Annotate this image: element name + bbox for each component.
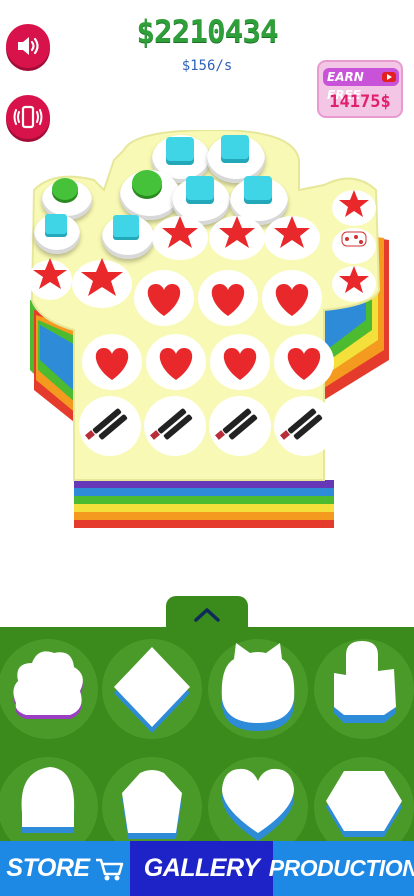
cyan-cube-item [166,137,194,161]
earn-free-button[interactable]: EARN FREE 14175$ [317,60,403,118]
red-heart-items [82,270,334,390]
cyan-cube-item [45,214,67,234]
green-gem-item [132,170,162,196]
cart-icon [95,858,123,880]
store-label: STORE [6,854,90,882]
cyan-cube-item [221,135,249,159]
chevron-up-icon [194,608,220,622]
earn-free-label-box: EARN FREE [323,68,399,102]
shape-choices [0,639,414,841]
cyan-cube-item [244,176,272,200]
video-play-icon [382,72,396,82]
shapes-panel [0,627,414,841]
bottom-nav: STORE GALLERY PRODUCTION [0,841,414,896]
production-label: PRODUCTION [268,855,414,881]
cyan-cube-item [113,215,139,237]
gallery-tab[interactable]: GALLERY [130,841,273,896]
store-tab[interactable]: STORE [0,841,130,896]
money-counter: $2210434 [136,14,278,50]
lipstick-slot [79,396,141,456]
production-tab[interactable]: PRODUCTION [269,841,414,896]
gallery-label: GALLERY [143,854,260,882]
cyan-cube-item [186,176,214,200]
green-gem-item [52,178,78,200]
lipstick-items [79,396,336,456]
earn-free-amount: 14175$ [329,92,391,112]
phone-vibrate-icon [13,105,43,129]
